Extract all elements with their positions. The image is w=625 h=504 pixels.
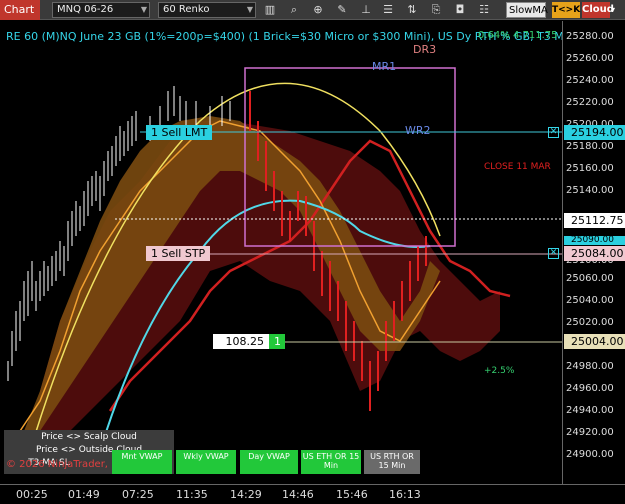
percent-readout: 0.64% 4 711.75 — [478, 30, 558, 41]
tc-button[interactable]: T<>K — [552, 2, 580, 18]
percent-label: +2.5% — [484, 366, 515, 376]
time-tick: 14:46 — [282, 488, 314, 501]
sell-stp-price-tag: 25084.00 — [564, 246, 625, 261]
chevron-down-icon[interactable]: ▾ — [611, 2, 623, 18]
time-tick: 01:49 — [68, 488, 100, 501]
vwap-price-tag: 25090.00 — [564, 236, 625, 245]
us-eth-or-button[interactable]: US ETH OR 15 Min — [301, 450, 361, 474]
price-tick: 25040.00 — [566, 295, 614, 306]
price-tick: 25220.00 — [566, 97, 614, 108]
ma-selector[interactable]: SlowMA — [506, 2, 548, 18]
bars-icon[interactable]: ▥ — [262, 2, 278, 18]
copyright: © 2026 NinjaTrader, LLC — [6, 459, 130, 470]
sell-stp-order[interactable]: 1 Sell STP — [146, 246, 211, 261]
price-tick: 25020.00 — [566, 317, 614, 328]
position-price-tag: 25004.00 — [564, 334, 625, 349]
sell-lmt-price-tag: 25194.00 — [564, 125, 625, 140]
time-tick: 16:13 — [389, 488, 421, 501]
time-tick: 14:29 — [230, 488, 262, 501]
properties-icon[interactable]: ☷ — [476, 2, 492, 18]
chart-trader-icon[interactable]: ⇅ — [404, 2, 420, 18]
search-icon[interactable]: ⌕ — [286, 2, 302, 18]
mr1-label: MR1 — [372, 60, 397, 73]
price-tick: 24960.00 — [566, 383, 614, 394]
time-tick: 07:25 — [122, 488, 154, 501]
bars-type-selector[interactable]: 60 Renko ▼ — [158, 2, 256, 18]
time-tick: 11:35 — [176, 488, 208, 501]
last-price-tag: 25112.75 — [564, 213, 625, 228]
cloud-button[interactable]: Cloud — [582, 2, 614, 18]
lines-icon[interactable]: ☰ — [380, 2, 396, 18]
pin-icon[interactable]: ⊥ — [358, 2, 374, 18]
close-label: CLOSE 11 MAR — [484, 162, 551, 172]
scalp-cloud-label[interactable]: Price <> Scalp Cloud — [4, 432, 174, 442]
camera-icon[interactable]: ◘ — [452, 2, 468, 18]
price-tick: 25140.00 — [566, 185, 614, 196]
close-order-icon[interactable]: ✕ — [548, 127, 559, 138]
ma-label: SlowMA — [509, 5, 548, 16]
chevron-down-icon: ▼ — [140, 5, 147, 14]
pencil-icon[interactable]: ✎ — [334, 2, 350, 18]
price-tick: 24920.00 — [566, 427, 614, 438]
price-tick: 24980.00 — [566, 361, 614, 372]
day-vwap-button[interactable]: Day VWAP — [240, 450, 298, 474]
instrument-selector[interactable]: MNQ 06-26 ▼ — [52, 2, 150, 18]
price-tick: 25280.00 — [566, 31, 614, 42]
price-tick: 25260.00 — [566, 53, 614, 64]
position-pnl[interactable]: 108.25 — [213, 334, 269, 349]
time-tick: 00:25 — [16, 488, 48, 501]
position-qty[interactable]: 1 — [269, 334, 285, 349]
price-tick: 24940.00 — [566, 405, 614, 416]
chart-plot[interactable] — [0, 21, 562, 484]
chart-canvas — [7, 67, 562, 461]
time-tick: 15:46 — [336, 488, 368, 501]
price-tick: 24900.00 — [566, 449, 614, 460]
mnt-vwap-button[interactable]: Mnt VWAP — [112, 450, 172, 474]
wr2-label: WR2 — [405, 124, 431, 137]
close-order-icon[interactable]: ✕ — [548, 248, 559, 259]
instrument-label: MNQ 06-26 — [57, 4, 114, 15]
us-rth-or-button[interactable]: US RTH OR 15 Min — [364, 450, 420, 474]
price-tick: 25240.00 — [566, 75, 614, 86]
chevron-down-icon: ▼ — [246, 5, 253, 14]
chart-tab[interactable]: Chart — [0, 0, 40, 20]
price-tick: 25060.00 — [566, 273, 614, 284]
chart-toolbar: Chart MNQ 06-26 ▼ 60 Renko ▼ ▥ ⌕ ⊕ ✎ ⊥ ☰… — [0, 0, 625, 20]
wkly-vwap-button[interactable]: Wkly VWAP — [176, 450, 236, 474]
sell-lmt-order[interactable]: 1 Sell LMT — [146, 125, 213, 140]
zoom-icon[interactable]: ⊕ — [310, 2, 326, 18]
clipboard-icon[interactable]: ⎘ — [428, 2, 444, 18]
bars-type-label: 60 Renko — [163, 4, 210, 15]
price-tick: 25160.00 — [566, 163, 614, 174]
price-tick: 25180.00 — [566, 141, 614, 152]
dr3-label: DR3 — [413, 43, 437, 56]
